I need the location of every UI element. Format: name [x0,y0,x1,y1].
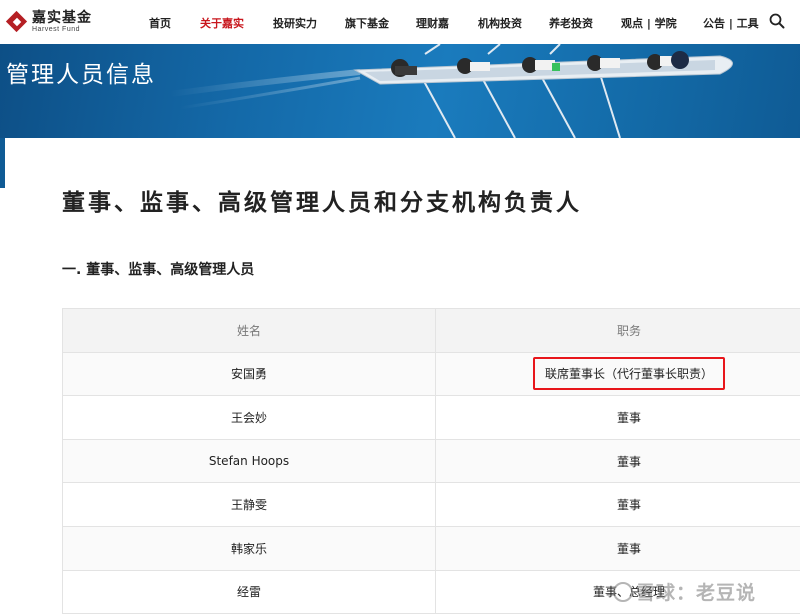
logo-name-en: Harvest Fund [32,26,81,33]
cell-name: Stefan Hoops [62,438,436,484]
top-navigation-bar: 嘉实基金 Harvest Fund 首页 关于嘉实 投研实力 旗下基金 理财嘉 … [0,0,800,44]
watermark-text: 雪球：老豆说 [636,582,757,604]
nav-item-announcements[interactable]: 公告 | 工具 [703,15,759,31]
cell-name: 经雷 [62,569,436,615]
column-header-name: 姓名 [62,308,436,353]
cell-name: 韩家乐 [62,525,436,571]
table-row: 王静雯 董事 [62,482,800,527]
nav-item-wealth[interactable]: 理财嘉 [416,15,449,31]
nav-item-funds[interactable]: 旗下基金 [345,15,389,31]
section-title: 一. 董事、监事、高级管理人员 [62,262,255,278]
page-banner: 管理人员信息 [0,44,800,138]
cell-position: 董事 [435,438,800,484]
banner-accent-strip [0,138,5,188]
cell-position: 董事 [435,395,800,440]
table-row: 王会妙 董事 [62,395,800,440]
nav-item-institutional[interactable]: 机构投资 [478,15,522,31]
harvest-diamond-logo-icon [5,10,28,33]
search-icon[interactable] [769,13,785,29]
nav-item-research[interactable]: 投研实力 [273,15,317,31]
cell-position: 董事 [435,482,800,527]
cell-name: 王会妙 [62,395,436,440]
nav-item-pension[interactable]: 养老投资 [549,15,593,31]
table-header-row: 姓名 职务 [62,308,800,353]
banner-title: 管理人员信息 [6,62,156,88]
nav-item-insights[interactable]: 观点 | 学院 [621,15,677,31]
watermark: 雪球：老豆说 [613,578,756,605]
cell-name: 安国勇 [62,351,436,397]
brand-logo[interactable]: 嘉实基金 Harvest Fund [5,8,92,36]
cell-name: 王静雯 [62,482,436,527]
highlighted-position: 联席董事长（代行董事长职责） [532,357,725,391]
logo-name-cn: 嘉实基金 [32,10,92,26]
nav-item-home[interactable]: 首页 [149,15,171,31]
nav-item-about[interactable]: 关于嘉实 [200,15,244,31]
table-row: 安国勇 联席董事长（代行董事长职责） [62,351,800,397]
cell-position: 董事 [435,525,800,571]
management-table: 姓名 职务 安国勇 联席董事长（代行董事长职责） 王会妙 董事 Stefan H… [62,308,800,615]
xueqiu-logo-icon [613,582,633,602]
page-title: 董事、监事、高级管理人员和分支机构负责人 [62,190,582,216]
column-header-position: 职务 [435,308,800,353]
table-row: Stefan Hoops 董事 [62,438,800,484]
table-row: 韩家乐 董事 [62,525,800,571]
cell-position: 联席董事长（代行董事长职责） [435,351,800,397]
